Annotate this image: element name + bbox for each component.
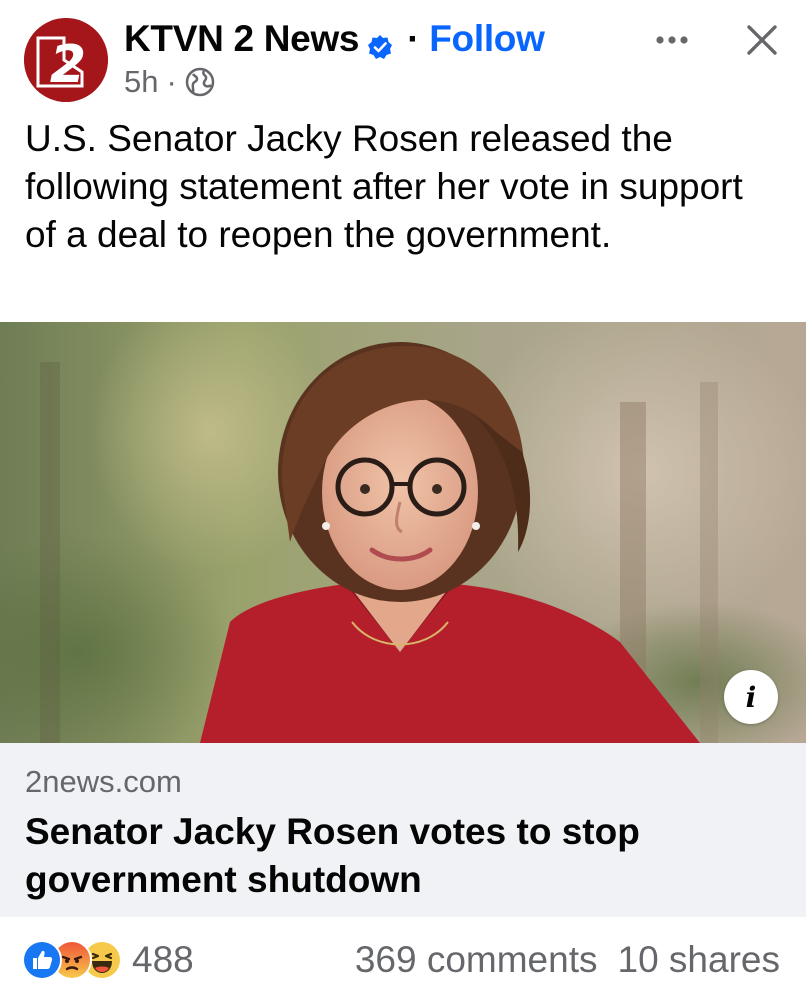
link-preview-card[interactable]: i 2news.com Senator Jacky Rosen votes to…: [0, 322, 806, 917]
comments-count[interactable]: 369 comments: [355, 940, 598, 980]
reaction-count: 488: [132, 939, 194, 980]
globe-icon[interactable]: [185, 67, 215, 97]
link-preview-image: [0, 322, 806, 743]
meta-separator: ·: [166, 64, 177, 99]
svg-text:2: 2: [50, 35, 86, 95]
post-author-line: KTVN 2 News · Follow: [124, 18, 545, 60]
post-timestamp[interactable]: 5h: [124, 64, 158, 100]
like-reaction-icon: [22, 940, 62, 980]
verified-badge-icon: [367, 27, 393, 59]
follow-button[interactable]: Follow: [429, 18, 545, 60]
page-avatar[interactable]: 2: [24, 18, 108, 102]
info-icon[interactable]: i: [724, 670, 778, 724]
close-icon[interactable]: [738, 16, 786, 64]
ktvn-logo-icon: 2: [24, 18, 108, 102]
reactions-summary[interactable]: 488: [22, 940, 194, 980]
post-message: U.S. Senator Jacky Rosen released the fo…: [25, 118, 743, 255]
post-header: 2 KTVN 2 News · Follow 5h ·: [0, 0, 806, 110]
separator-dot: ·: [407, 18, 420, 59]
link-headline[interactable]: Senator Jacky Rosen votes to stop govern…: [25, 808, 765, 904]
link-domain: 2news.com: [25, 764, 182, 799]
shares-count[interactable]: 10 shares: [618, 940, 781, 980]
post-meta: 5h ·: [124, 64, 215, 100]
page-name[interactable]: KTVN 2 News: [124, 18, 360, 60]
more-options-icon[interactable]: [650, 22, 694, 58]
engagement-stats: 369 comments 10 shares: [355, 940, 780, 980]
post-stats: 488 369 comments 10 shares: [0, 928, 806, 994]
